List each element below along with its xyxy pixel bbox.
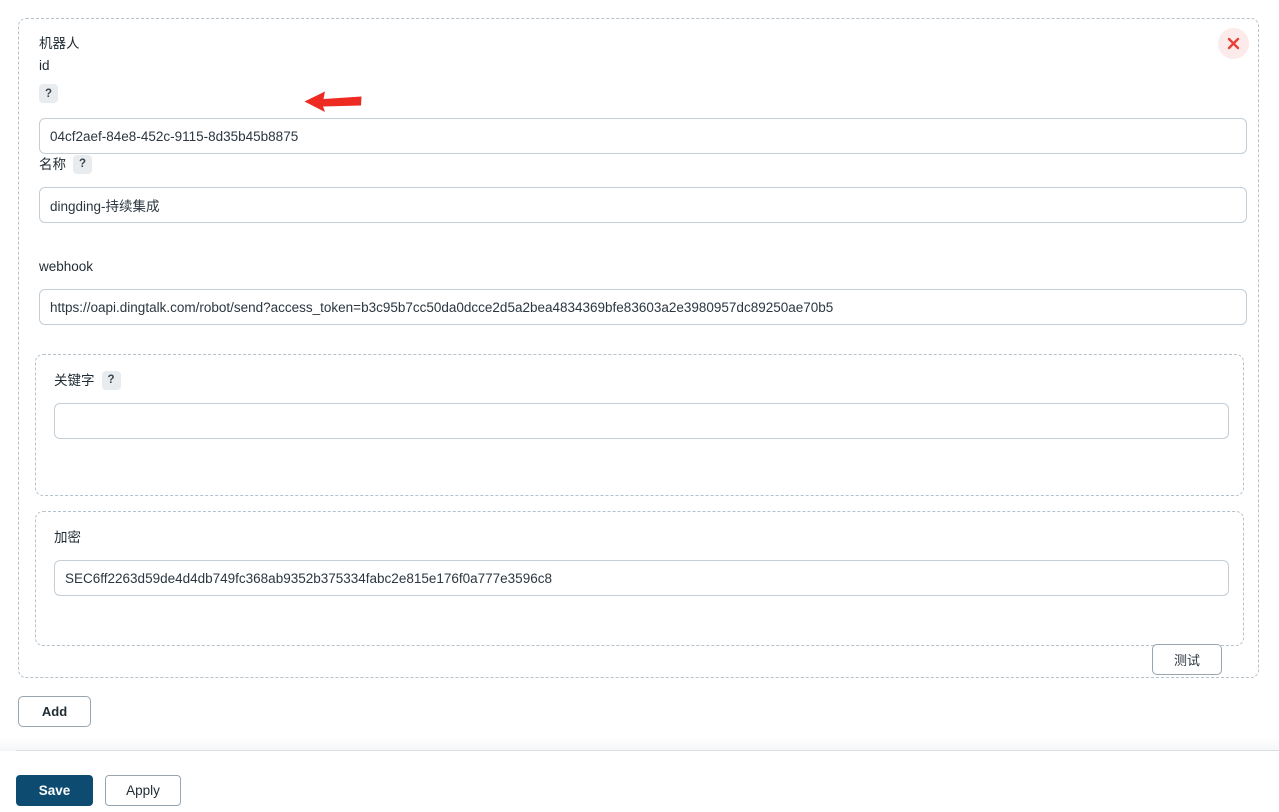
add-button[interactable]: Add (18, 696, 91, 727)
field-robot-id: 机器人 id ? (39, 33, 1247, 154)
input-wrap-webhook (39, 289, 1247, 325)
help-icon-name[interactable]: ? (73, 155, 92, 174)
robot-config-card: 机器人 id ? 名称 ? webhook (18, 18, 1259, 678)
label-robot-id: 机器人 id ? (39, 33, 101, 103)
webhook-input[interactable] (39, 289, 1247, 325)
test-button[interactable]: 测试 (1152, 644, 1222, 675)
save-button[interactable]: Save (16, 775, 93, 806)
settings-page: 机器人 id ? 名称 ? webhook (0, 0, 1279, 812)
label-webhook: webhook (39, 257, 1247, 276)
field-name: 名称 ? (39, 155, 1247, 223)
field-encrypt: 加密 (54, 528, 1229, 596)
name-input[interactable] (39, 187, 1247, 223)
keyword-input[interactable] (54, 403, 1229, 439)
field-keyword: 关键字 ? (54, 371, 1229, 439)
footer-action-bar: Save Apply (0, 751, 1279, 812)
help-icon-keyword[interactable]: ? (101, 371, 121, 390)
input-wrap-name (39, 187, 1247, 223)
apply-button[interactable]: Apply (105, 775, 181, 806)
input-wrap-robot-id (39, 118, 1247, 154)
label-name: 名称 ? (39, 155, 1247, 174)
help-icon-robot-id[interactable]: ? (39, 84, 58, 103)
label-encrypt: 加密 (54, 528, 1229, 547)
label-name-text: 名称 (39, 157, 66, 172)
scrollable-content: 机器人 id ? 名称 ? webhook (0, 0, 1279, 752)
robot-id-input[interactable] (39, 118, 1247, 154)
keyword-section: 关键字 ? (35, 354, 1244, 496)
label-webhook-text: webhook (39, 259, 94, 274)
label-keyword: 关键字 ? (54, 371, 1229, 390)
label-robot-id-text: 机器人 id (39, 36, 80, 73)
label-keyword-text: 关键字 (54, 373, 95, 388)
input-wrap-encrypt (54, 560, 1229, 596)
input-wrap-keyword (54, 403, 1229, 439)
field-webhook: webhook (39, 257, 1247, 325)
encrypt-input[interactable] (54, 560, 1229, 596)
encrypt-section: 加密 (35, 511, 1244, 646)
label-encrypt-text: 加密 (54, 530, 81, 545)
